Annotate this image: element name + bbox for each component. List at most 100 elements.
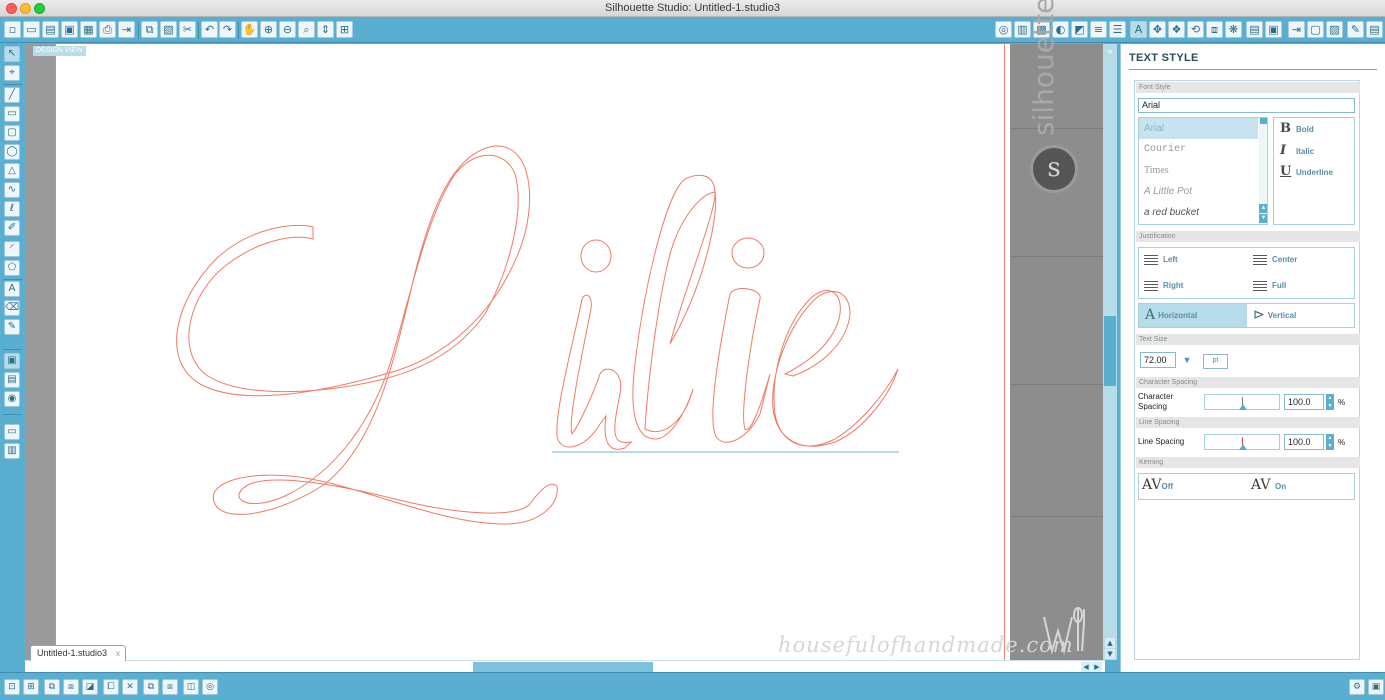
text-size-input[interactable]: 72.00 xyxy=(1140,352,1176,368)
underline-button[interactable]: U Underline xyxy=(1280,163,1333,181)
kerning-off-button[interactable]: AVOff xyxy=(1142,477,1173,493)
text-tool-icon[interactable]: A xyxy=(4,281,20,297)
text-size-dropdown-icon[interactable]: ▼ xyxy=(1179,352,1195,368)
curve-tool-icon[interactable]: ∿ xyxy=(4,182,20,198)
zoom-out-icon[interactable]: ⊖ xyxy=(279,21,296,38)
duplicate-icon[interactable]: ⧠ xyxy=(103,679,119,695)
split-view-icon[interactable]: ▥ xyxy=(4,443,20,459)
open-file-icon[interactable]: ▭ xyxy=(23,21,40,38)
lilie-text-outline[interactable] xyxy=(25,44,1103,660)
vertical-scrollbar[interactable]: ▲ ▼ xyxy=(1103,44,1117,660)
redo-icon[interactable]: ↷ xyxy=(219,21,236,38)
store-view-icon[interactable]: ◉ xyxy=(4,391,20,407)
settings-gear-icon[interactable]: ⚙ xyxy=(1349,679,1365,695)
design-canvas[interactable]: DESIGN VIEW xyxy=(25,44,1103,660)
font-list-scrollbar[interactable]: ▲ ▼ xyxy=(1259,118,1267,224)
vertical-scroll-thumb[interactable] xyxy=(1104,316,1116,386)
open-library-icon[interactable]: ▤ xyxy=(42,21,59,38)
line-spacing-input[interactable]: 100.0 xyxy=(1284,434,1324,450)
arc-tool-icon[interactable]: ◜ xyxy=(4,241,20,257)
font-list-item[interactable]: A Little Pot xyxy=(1139,181,1258,202)
copy-icon[interactable]: ⧉ xyxy=(141,21,158,38)
pan-hand-icon[interactable]: ✋ xyxy=(241,21,258,38)
scroll-down-arrow-icon[interactable]: ▼ xyxy=(1105,649,1115,659)
color-fill-icon[interactable]: ◩ xyxy=(1071,21,1088,38)
save-icon[interactable]: ▣ xyxy=(61,21,78,38)
ungroup-icon[interactable]: ⊞ xyxy=(23,679,39,695)
horizontal-text-button[interactable]: A Horizontal xyxy=(1139,304,1247,327)
rounded-rectangle-tool-icon[interactable]: ▢ xyxy=(4,125,20,141)
font-list-item[interactable]: Arial xyxy=(1139,118,1258,139)
edit-points-icon[interactable]: ⌖ xyxy=(4,65,20,81)
font-scroll-up-icon[interactable]: ▲ xyxy=(1259,204,1267,213)
justify-full-button[interactable]: Full xyxy=(1253,279,1286,293)
drag-zoom-icon[interactable]: ⇕ xyxy=(317,21,334,38)
font-name-input[interactable]: Arial xyxy=(1138,98,1355,113)
send-panel-icon[interactable]: ⇥ xyxy=(1288,21,1305,38)
zoom-in-icon[interactable]: ⊕ xyxy=(260,21,277,38)
deselect-icon[interactable]: ◎ xyxy=(202,679,218,695)
send-to-back-icon[interactable]: ⧈ xyxy=(162,679,178,695)
group-icon[interactable]: ⊡ xyxy=(4,679,20,695)
font-list-item[interactable]: a red bucket xyxy=(1139,202,1258,223)
help-icon[interactable]: ▤ xyxy=(1366,21,1383,38)
panel-toggle-icon[interactable]: ▣ xyxy=(1368,679,1384,695)
store-icon[interactable]: ▣ xyxy=(1265,21,1282,38)
cutter-settings-icon[interactable]: ▢ xyxy=(1307,21,1324,38)
preferences-icon[interactable]: ▨ xyxy=(1326,21,1343,38)
collapse-panel-icon[interactable]: » xyxy=(1103,45,1117,57)
scroll-left-arrow-icon[interactable]: ◀ xyxy=(1081,662,1091,672)
horizontal-scroll-thumb[interactable] xyxy=(473,662,653,672)
delete-icon[interactable]: ✕ xyxy=(122,679,138,695)
send-to-cutter-icon[interactable]: ⇥ xyxy=(118,21,135,38)
make-compound-path-icon[interactable]: ⧉ xyxy=(44,679,60,695)
knife-tool-icon[interactable]: ✎ xyxy=(4,319,20,335)
fit-to-page-icon[interactable]: ⊞ xyxy=(336,21,353,38)
polygon-tool-icon[interactable]: △ xyxy=(4,163,20,179)
line-tool-icon[interactable]: ╱ xyxy=(4,87,20,103)
save-as-icon[interactable]: ▦ xyxy=(80,21,97,38)
scroll-up-arrow-icon[interactable]: ▲ xyxy=(1105,638,1115,648)
character-spacing-slider[interactable] xyxy=(1204,394,1280,410)
regular-polygon-tool-icon[interactable]: ⬠ xyxy=(4,260,20,276)
select-tool-icon[interactable]: ↖ xyxy=(4,46,20,62)
scroll-right-arrow-icon[interactable]: ▶ xyxy=(1092,662,1102,672)
page-setup-icon[interactable]: ◎ xyxy=(995,21,1012,38)
library-view-icon[interactable]: ▤ xyxy=(4,372,20,388)
offset-icon[interactable]: ⧈ xyxy=(1206,21,1223,38)
font-list[interactable]: Arial Courier Times A Little Pot a red b… xyxy=(1138,117,1268,225)
vertical-text-button[interactable]: ⊳ Vertical xyxy=(1247,304,1354,327)
replicate-icon[interactable]: ❖ xyxy=(1168,21,1185,38)
close-tab-icon[interactable]: x xyxy=(116,646,120,661)
modify-icon[interactable]: ⟲ xyxy=(1187,21,1204,38)
character-spacing-stepper[interactable]: ▲ ▼ xyxy=(1326,394,1334,410)
line-spacing-slider[interactable] xyxy=(1204,434,1280,450)
cut-icon[interactable]: ✂ xyxy=(179,21,196,38)
single-view-icon[interactable]: ▭ xyxy=(4,424,20,440)
horizontal-scrollbar[interactable]: ◀ ▶ xyxy=(25,660,1105,672)
document-tab[interactable]: Untitled-1.studio3 x xyxy=(30,645,127,661)
kerning-on-button[interactable]: AV On xyxy=(1251,477,1286,493)
rectangle-tool-icon[interactable]: ▭ xyxy=(4,106,20,122)
undo-icon[interactable]: ↶ xyxy=(201,21,218,38)
knife-icon[interactable]: ✎ xyxy=(1347,21,1364,38)
library-icon[interactable]: ▤ xyxy=(1246,21,1263,38)
font-list-item[interactable]: Times xyxy=(1139,160,1258,181)
bold-button[interactable]: B Bold xyxy=(1280,120,1314,138)
bring-to-front-icon[interactable]: ⧉ xyxy=(143,679,159,695)
ellipse-tool-icon[interactable]: ◯ xyxy=(4,144,20,160)
text-size-unit-button[interactable]: pt xyxy=(1203,354,1228,369)
italic-button[interactable]: I Italic xyxy=(1280,142,1314,160)
paste-icon[interactable]: ▧ xyxy=(160,21,177,38)
freehand-tool-icon[interactable]: ℓ xyxy=(4,201,20,217)
release-compound-path-icon[interactable]: ⧈ xyxy=(63,679,79,695)
smooth-freehand-tool-icon[interactable]: ✐ xyxy=(4,220,20,236)
justify-left-button[interactable]: Left xyxy=(1144,253,1178,267)
character-spacing-input[interactable]: 100.0 xyxy=(1284,394,1324,410)
justify-center-button[interactable]: Center xyxy=(1253,253,1297,267)
weld-icon[interactable]: ◪ xyxy=(82,679,98,695)
text-style-icon[interactable]: A xyxy=(1130,21,1147,38)
print-icon[interactable]: ⎙ xyxy=(99,21,116,38)
line-color-icon[interactable]: ≡ xyxy=(1090,21,1107,38)
trace-icon[interactable]: ❋ xyxy=(1225,21,1242,38)
